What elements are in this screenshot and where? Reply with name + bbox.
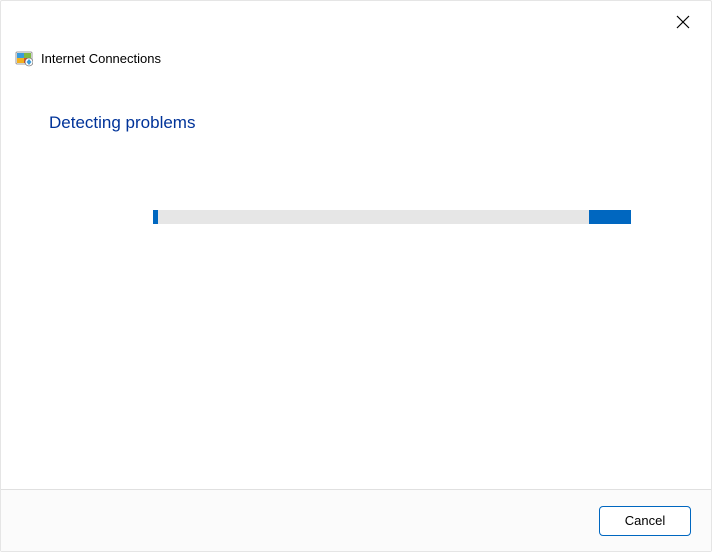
window-title: Internet Connections — [41, 51, 161, 66]
window-header: Internet Connections — [15, 49, 161, 67]
progress-segment — [589, 210, 631, 224]
progress-segment — [153, 210, 158, 224]
dialog-footer: Cancel — [1, 489, 711, 551]
close-icon — [676, 15, 690, 32]
page-heading: Detecting problems — [49, 113, 195, 133]
troubleshooter-icon — [15, 49, 33, 67]
progress-bar — [153, 210, 631, 224]
close-button[interactable] — [671, 11, 695, 35]
cancel-button[interactable]: Cancel — [599, 506, 691, 536]
